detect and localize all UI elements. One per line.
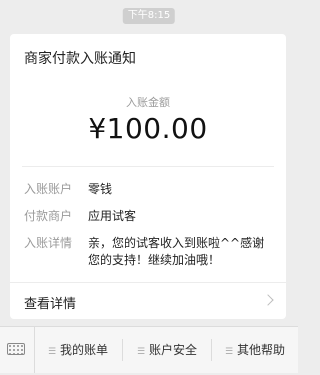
timestamp-badge: 下午8:15 xyxy=(122,8,176,24)
hamburger-icon: ☰ xyxy=(47,347,57,357)
keyboard-toggle-button[interactable] xyxy=(0,327,35,373)
amount-value: ¥100.00 xyxy=(88,112,208,145)
hamburger-icon: ☰ xyxy=(224,347,234,357)
row-label: 入账账户 xyxy=(24,182,73,196)
row-value: 亲，您的试客收入到账啦^^感谢您的支持！继续加油哦！ xyxy=(88,236,265,267)
amount-label: 入账金额 xyxy=(126,96,170,109)
menu-my-bills[interactable]: ☰ 我的账单 xyxy=(34,327,122,373)
row-value: 应用试客 xyxy=(88,209,137,223)
row-value: 零钱 xyxy=(88,182,113,196)
bottom-menu-bar: ☰ 我的账单 ☰ 账户安全 ☰ 其他帮助 xyxy=(0,326,298,373)
row-label: 入账详情 xyxy=(24,236,73,250)
menu-account-security[interactable]: ☰ 账户安全 xyxy=(123,327,211,373)
menu-label: 其他帮助 xyxy=(237,343,286,357)
hamburger-icon: ☰ xyxy=(136,347,146,357)
view-details-label: 查看详情 xyxy=(24,297,77,312)
menu-other-help[interactable]: ☰ 其他帮助 xyxy=(212,327,298,373)
row-label: 付款商户 xyxy=(24,209,73,223)
card-title: 商家付款入账通知 xyxy=(24,51,136,67)
divider xyxy=(22,166,274,167)
payment-notification-card[interactable]: 商家付款入账通知 入账金额 ¥100.00 入账账户 零钱 付款商户 应用试客 … xyxy=(10,34,286,319)
chevron-right-icon xyxy=(262,294,274,306)
menu-label: 账户安全 xyxy=(149,343,198,357)
menu-label: 我的账单 xyxy=(60,343,109,357)
keyboard-icon xyxy=(7,343,25,355)
view-details-link[interactable]: 查看详情 xyxy=(10,282,286,319)
